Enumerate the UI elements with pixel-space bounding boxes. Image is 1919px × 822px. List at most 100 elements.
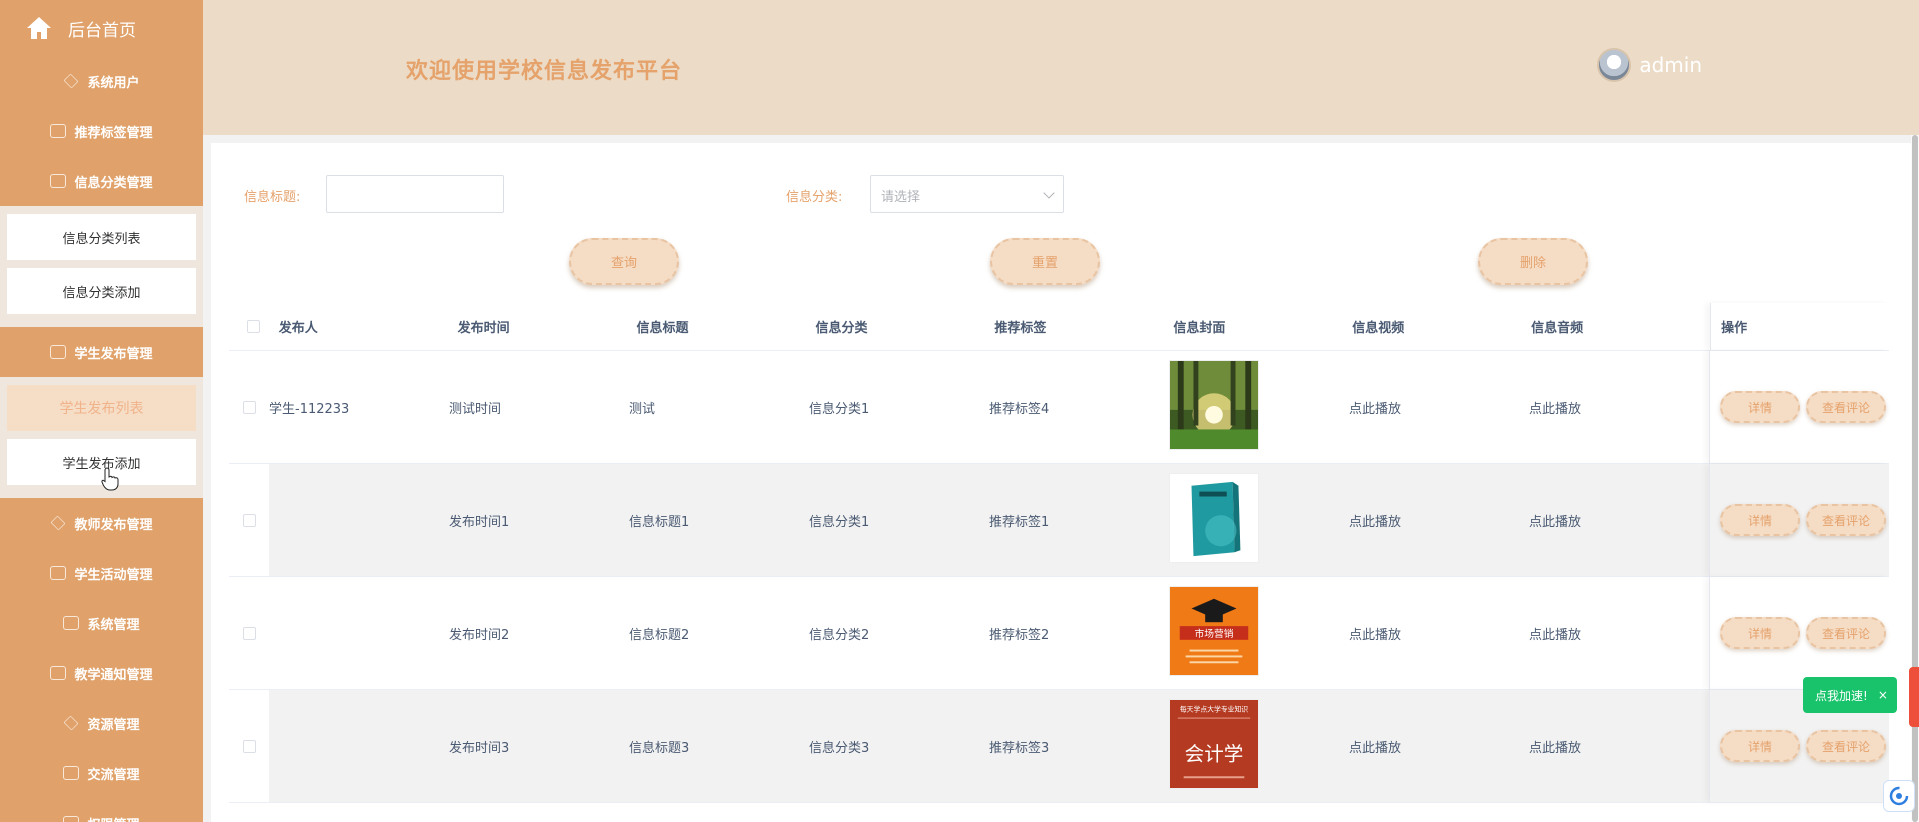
title-label: 信息标题: [244,190,301,205]
page-title: 欢迎使用学校信息发布平台 [406,59,683,84]
submenu-category: 信息分类列表 信息分类添加 [0,206,203,327]
diamond-icon [64,715,79,731]
sidebar-item-communication[interactable]: 交流管理 [0,748,203,798]
cell-time: 发布时间1 [449,514,510,530]
cover-image-marketing-book[interactable]: 市场营销 [1169,586,1259,676]
submenu-item-category-add[interactable]: 信息分类添加 [7,268,196,314]
view-comments-button[interactable]: 查看评论 [1806,391,1886,423]
cover-image-forest[interactable] [1169,360,1259,450]
sidebar-item-label: 系统管理 [87,617,140,633]
submenu-item-category-list[interactable]: 信息分类列表 [7,214,196,260]
speed-up-popup[interactable]: 点我加速! × [1803,677,1897,713]
avatar [1597,48,1632,82]
sidebar-item-label: 权限管理 [87,814,139,822]
detail-button[interactable]: 详情 [1720,617,1800,649]
sidebar-item-label: 系统用户 [87,75,140,91]
row-actions: 详情 查看评论 [1709,351,1889,463]
assistant-icon[interactable] [1883,780,1915,812]
category-select-placeholder: 请选择 [881,190,921,205]
cover-accounting-top-text: 每天学点大学专业知识 [1180,705,1248,714]
cell-tag: 推荐标签2 [989,627,1050,643]
search-form: 信息标题: 信息分类: 请选择 [211,175,1911,215]
sidebar-item-resource[interactable]: 资源管理 [0,698,203,748]
submenu-item-student-list[interactable]: 学生发布列表 [7,385,196,431]
cell-tag: 推荐标签1 [989,514,1050,530]
query-button[interactable]: 查询 [569,238,679,285]
sidebar-item-tag-management[interactable]: 推荐标签管理 [0,106,203,156]
sidebar-item-permission[interactable]: 权限管理 [0,798,203,822]
cell-tag: 推荐标签3 [989,740,1050,756]
sidebar-item-system-users[interactable]: 系统用户 [0,56,203,106]
table-row: 学生-112233 测试时间 测试 信息分类1 推荐标签4 点此播放 点此播放 … [229,351,1889,464]
row-actions: 详情 查看评论 [1709,577,1889,689]
row-checkbox[interactable] [242,626,256,640]
username: admin [1639,53,1702,77]
play-audio-link[interactable]: 点此播放 [1529,624,1709,643]
cell-title: 信息标题2 [629,627,690,643]
table-row: 发布时间2 信息标题2 信息分类2 推荐标签2 市场营销 点此播放 点此播放 详… [229,577,1889,690]
cover-image-teal-book[interactable] [1169,473,1259,563]
column-header: 操作 [1710,303,1890,350]
cell-time: 发布时间2 [449,627,510,643]
sidebar-item-label: 教学通知管理 [74,667,153,683]
diamond-icon [64,73,79,89]
side-float-tab[interactable] [1909,667,1919,727]
cell-title: 信息标题1 [629,514,690,530]
cover-image-accounting-book[interactable]: 每天学点大学专业知识 会计学 [1169,699,1259,789]
diamond-icon [51,515,66,531]
play-video-link[interactable]: 点此播放 [1349,511,1529,530]
chart-icon [50,174,67,188]
cover-accounting-main-text: 会计学 [1185,743,1244,766]
row-checkbox[interactable] [242,513,256,527]
sidebar-item-label: 学生活动管理 [74,567,153,583]
sidebar-item-teacher-publish[interactable]: 教师发布管理 [0,498,203,548]
edit-icon [50,666,67,680]
close-icon[interactable]: × [1878,688,1888,702]
cell-category: 信息分类1 [809,514,870,530]
play-video-link[interactable]: 点此播放 [1349,737,1529,756]
sidebar-item-category-management[interactable]: 信息分类管理 [0,156,203,206]
reset-button[interactable]: 重置 [990,238,1100,285]
sidebar-item-label: 学生发布管理 [74,346,153,362]
title-search-input[interactable] [326,175,504,213]
sidebar-item-label: 推荐标签管理 [74,125,153,141]
select-all-checkbox[interactable] [247,320,261,333]
sidebar-item-student-publish[interactable]: 学生发布管理 [0,327,203,377]
view-comments-button[interactable]: 查看评论 [1806,730,1886,762]
edit-icon [50,124,67,138]
column-header: 信息音频 [1531,321,1584,336]
sidebar-item-teaching-notice[interactable]: 教学通知管理 [0,648,203,698]
row-actions: 详情 查看评论 [1709,464,1889,576]
cell-title: 信息标题3 [629,740,690,756]
table-header: 发布人 发布时间 信息标题 信息分类 推荐标签 信息封面 信息视频 信息音频 操… [229,303,1890,351]
view-comments-button[interactable]: 查看评论 [1806,617,1886,649]
sidebar-item-label: 信息分类管理 [74,175,153,191]
row-checkbox[interactable] [242,739,256,753]
main-panel: 信息标题: 信息分类: 请选择 查询 重置 删除 发布人 发布时间 信息标题 信… [211,143,1911,822]
sidebar-item-student-activity[interactable]: 学生活动管理 [0,548,203,598]
sidebar-home[interactable]: 后台首页 [0,0,203,56]
table-row: 发布时间1 信息标题1 信息分类1 推荐标签1 点此播放 点此播放 详情 查看评… [229,464,1889,577]
sidebar-item-label: 交流管理 [87,767,140,783]
user-menu[interactable]: admin [1597,48,1702,82]
play-video-link[interactable]: 点此播放 [1349,624,1529,643]
detail-button[interactable]: 详情 [1720,730,1800,762]
doc-icon [63,616,80,630]
table-row: 发布时间3 信息标题3 信息分类3 推荐标签3 每天学点大学专业知识 会计学 点… [229,690,1889,803]
edit-icon [63,766,80,780]
detail-button[interactable]: 详情 [1720,391,1800,423]
play-audio-link[interactable]: 点此播放 [1529,511,1709,530]
play-audio-link[interactable]: 点此播放 [1529,398,1709,417]
row-checkbox[interactable] [242,400,256,414]
data-table: 发布人 发布时间 信息标题 信息分类 推荐标签 信息封面 信息视频 信息音频 操… [229,303,1890,803]
cell-publisher: 学生-112233 [269,401,350,417]
refresh-icon [1889,786,1909,806]
sidebar-item-system-management[interactable]: 系统管理 [0,598,203,648]
detail-button[interactable]: 详情 [1720,504,1800,536]
play-video-link[interactable]: 点此播放 [1349,398,1529,417]
play-audio-link[interactable]: 点此播放 [1529,737,1709,756]
delete-button[interactable]: 删除 [1478,238,1588,285]
column-header: 信息标题 [636,321,689,336]
category-select[interactable]: 请选择 [870,175,1064,213]
view-comments-button[interactable]: 查看评论 [1806,504,1886,536]
